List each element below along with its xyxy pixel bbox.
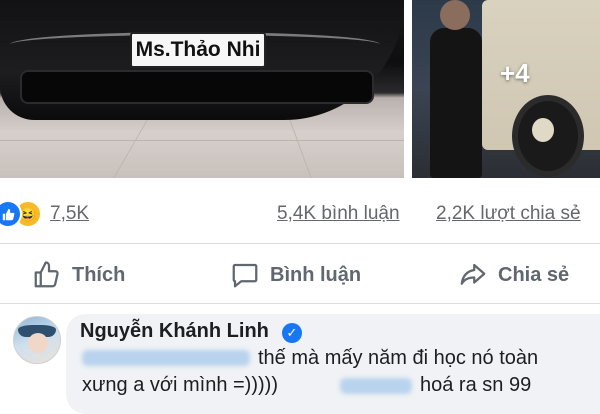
comment-text-line2: xưng a với mình =))))) (82, 374, 278, 396)
thumbs-up-icon (34, 261, 59, 288)
divider (0, 243, 600, 244)
person-body (430, 28, 482, 178)
license-plate: Ms.Thảo Nhi (130, 32, 266, 68)
floor-line (113, 120, 148, 178)
thumbs-up-icon (2, 208, 14, 220)
floor-line (0, 140, 404, 141)
car-bumper (20, 70, 374, 104)
floor-line (289, 120, 312, 178)
share-icon (460, 263, 486, 285)
post-photo-main[interactable]: Ms.Thảo Nhi (0, 0, 404, 178)
comment-count[interactable]: 5,4K bình luận (277, 203, 400, 225)
blurred-mention (340, 378, 412, 394)
comment-icon (232, 263, 258, 288)
comment-author[interactable]: Nguyễn Khánh Linh (80, 320, 269, 343)
person-head (440, 0, 470, 30)
comment-text-line1: thế mà mấy năm đi học nó toàn (258, 347, 539, 369)
share-count[interactable]: 2,2K lượt chia sẻ (436, 203, 581, 225)
like-label: Thích (72, 263, 126, 286)
reaction-count[interactable]: 7,5K (50, 203, 89, 225)
jeep-hub (532, 118, 554, 142)
verified-badge-icon: ✓ (282, 323, 302, 343)
comment-label: Bình luận (270, 263, 362, 286)
divider (0, 303, 600, 304)
avatar[interactable] (13, 316, 61, 364)
comment-text-line2-end: hoá ra sn 99 (420, 374, 532, 396)
avatar-face (28, 333, 48, 353)
comment-button[interactable]: Bình luận (230, 258, 361, 292)
share-button[interactable]: Chia sẻ (458, 258, 569, 292)
like-button[interactable]: Thích (32, 258, 125, 292)
share-label: Chia sẻ (498, 263, 570, 286)
more-photos-count[interactable]: +4 (500, 58, 530, 89)
post-photo-secondary[interactable] (412, 0, 600, 178)
blurred-mention (82, 350, 250, 366)
